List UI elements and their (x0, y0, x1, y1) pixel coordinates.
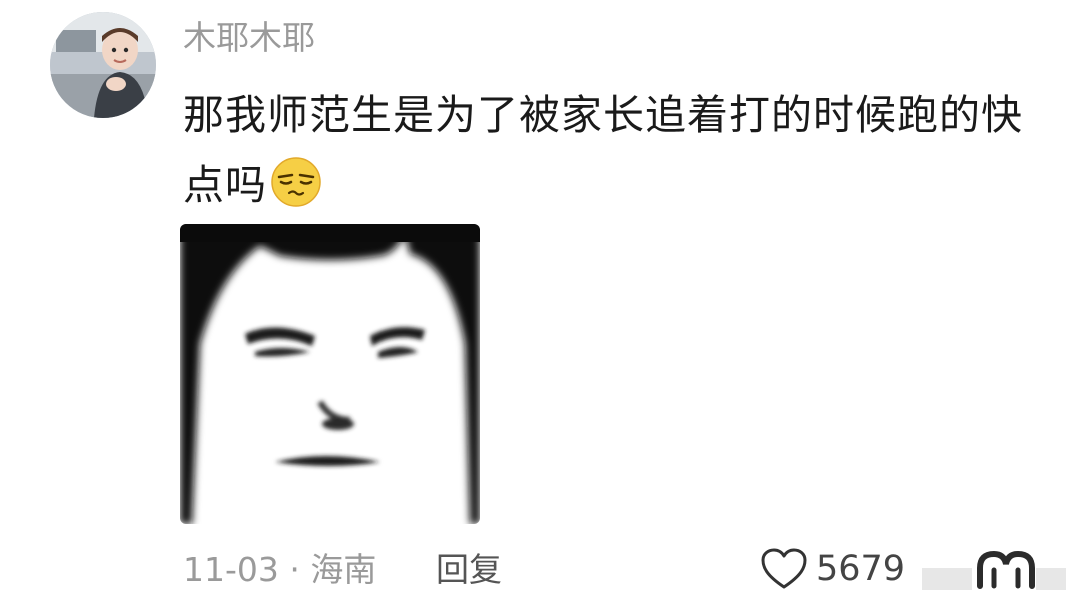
comment-date: 11-03 (183, 550, 279, 589)
platform-logo-icon (918, 542, 1068, 598)
reply-button[interactable]: 回复 (436, 548, 502, 592)
meta-separator: · (289, 550, 300, 589)
heart-outline-icon (760, 547, 808, 591)
comment-location: 海南 (310, 550, 377, 589)
like-button[interactable]: 5679 (760, 544, 905, 594)
comment-footer: 11-03 · 海南 回复 5679 (0, 540, 1080, 600)
username[interactable]: 木耶木耶 (183, 16, 315, 60)
like-count: 5679 (816, 549, 906, 589)
avatar-photo (50, 12, 156, 118)
sticker-image (180, 224, 480, 524)
comment-item: 木耶木耶 那我师范生是为了被家长追着打的时候跑的快点吗 11-03 · 海南 回… (0, 0, 1080, 601)
avatar[interactable] (50, 12, 156, 118)
comment-meta: 11-03 · 海南 (183, 548, 376, 592)
smirk-emoji-icon (269, 155, 323, 209)
grumpy-face-sticker[interactable] (180, 224, 480, 524)
comment-body: 那我师范生是为了被家长追着打的时候跑的快点吗 (183, 80, 1023, 220)
